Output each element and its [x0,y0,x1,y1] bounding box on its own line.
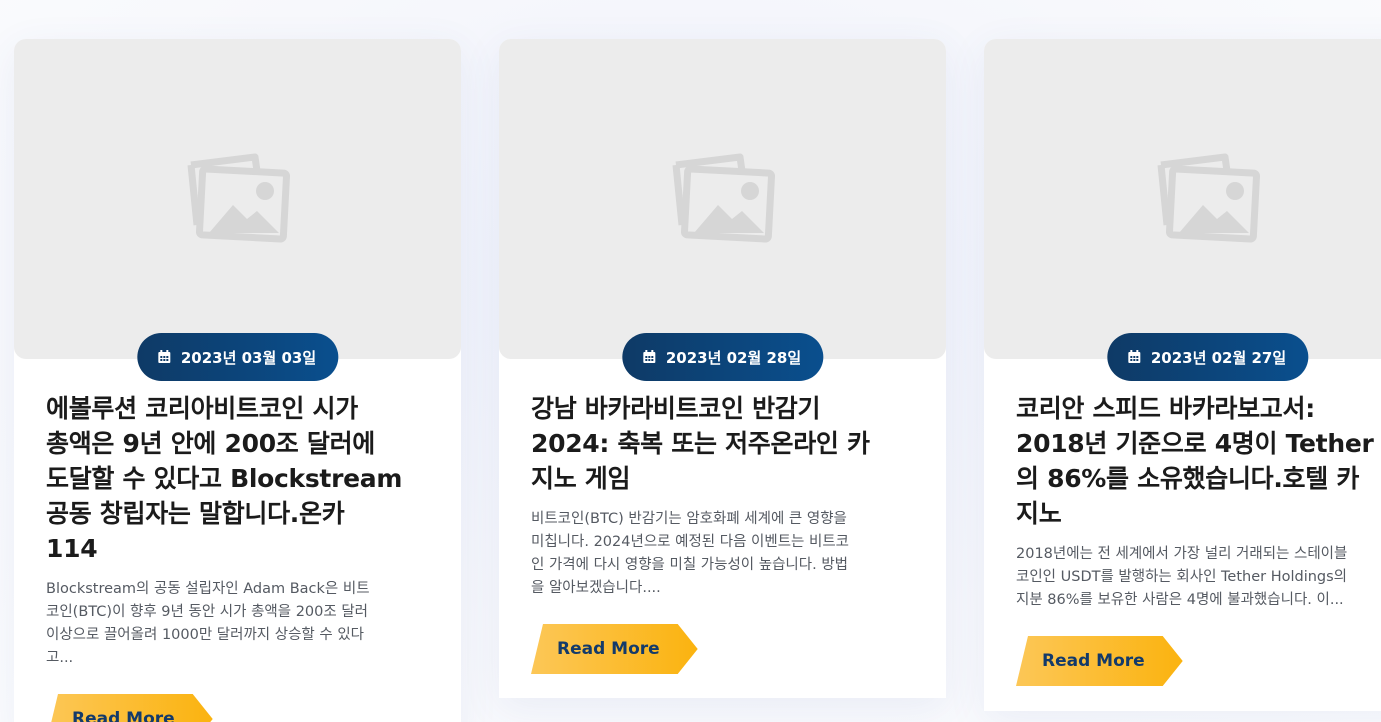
post-thumbnail[interactable] [14,39,461,359]
post-title-line: 공동 창립자는 말합니다.온카 [46,499,345,528]
image-placeholder-icon [187,153,290,243]
post-card: 2023년 03월 03일 에볼루션 코리아비트코인 시가 총액은 9년 안에 … [14,39,461,722]
post-title[interactable]: 에볼루션 코리아비트코인 시가 총액은 9년 안에 200조 달러에 도달할 수… [46,391,429,566]
post-title-line: 코리안 스피드 바카라보고서: [1016,394,1315,423]
post-excerpt-line: 고... [46,650,74,666]
post-date: 2023년 02월 28일 [665,348,802,367]
post-excerpt-line: 비트코인(BTC) 반감기는 암호화폐 세계에 큰 영향을 [531,511,847,527]
calendar-icon [642,350,655,363]
read-more-button[interactable]: Read More [46,694,213,722]
post-title[interactable]: 코리안 스피드 바카라보고서: 2018년 기준으로 4명이 Tether 의 … [1016,391,1381,531]
blog-section: 2023년 03월 03일 에볼루션 코리아비트코인 시가 총액은 9년 안에 … [0,0,1381,722]
post-title-line: 114 [46,534,98,563]
post-excerpt-line: 을 알아보겠습니다.... [531,580,661,596]
post-date-badge: 2023년 03월 03일 [136,333,339,381]
image-placeholder-icon [672,153,775,243]
post-date: 2023년 02월 27일 [1150,348,1287,367]
post-title-line: 총액은 9년 안에 200조 달러에 [46,429,375,458]
post-title-line: 2018년 기준으로 4명이 Tether [1016,429,1374,458]
post-title-line: 지노 게임 [531,464,631,493]
post-date-badge: 2023년 02월 28일 [621,333,824,381]
post-excerpt-line: 인 가격에 다시 영향을 미칠 가능성이 높습니다. 방법 [531,557,849,573]
post-title-line: 도달할 수 있다고 Blockstream [46,464,403,493]
read-more-button[interactable]: Read More [531,624,698,674]
post-title-line: 2024: 축복 또는 저주온라인 카 [531,429,870,458]
post-thumbnail[interactable] [984,39,1381,359]
post-date: 2023년 03월 03일 [180,348,317,367]
calendar-icon [157,350,170,363]
post-excerpt-line: 2018년에는 전 세계에서 가장 널리 거래되는 스테이블 [1016,546,1348,562]
post-title-line: 지노 [1016,499,1062,528]
post-excerpt: Blockstream의 공동 설립자인 Adam Back은 비트 코인(BT… [46,578,429,670]
post-excerpt-line: 코인인 USDT를 발행하는 회사인 Tether Holdings의 [1016,569,1348,585]
calendar-icon [1127,350,1140,363]
post-excerpt: 비트코인(BTC) 반감기는 암호화폐 세계에 큰 영향을 미칩니다. 2024… [531,508,914,600]
post-title-line: 강남 바카라비트코인 반감기 [531,394,821,423]
post-excerpt-line: 이상으로 끌어올려 1000만 달러까지 상승할 수 있다 [46,627,365,643]
post-excerpt-line: Blockstream의 공동 설립자인 Adam Back은 비트 [46,581,370,597]
post-excerpt-line: 코인(BTC)이 향후 9년 동안 시가 총액을 200조 달러 [46,604,368,620]
image-placeholder-icon [1157,153,1260,243]
post-excerpt-line: 미칩니다. 2024년으로 예정된 다음 이벤트는 비트코 [531,534,850,550]
post-title-line: 에볼루션 코리아비트코인 시가 [46,394,358,423]
post-title-line: 의 86%를 소유했습니다.호텔 카 [1016,464,1360,493]
post-date-badge: 2023년 02월 27일 [1106,333,1309,381]
post-thumbnail[interactable] [499,39,946,359]
post-title[interactable]: 강남 바카라비트코인 반감기 2024: 축복 또는 저주온라인 카 지노 게임 [531,391,914,496]
read-more-button[interactable]: Read More [1016,636,1183,686]
post-excerpt-line: 지분 86%를 보유한 사람은 4명에 불과했습니다. 이... [1016,592,1344,608]
post-card: 2023년 02월 28일 강남 바카라비트코인 반감기 2024: 축복 또는… [499,39,946,698]
post-card: 2023년 02월 27일 코리안 스피드 바카라보고서: 2018년 기준으로… [984,39,1381,711]
post-excerpt: 2018년에는 전 세계에서 가장 널리 거래되는 스테이블 코인인 USDT를… [1016,543,1381,612]
